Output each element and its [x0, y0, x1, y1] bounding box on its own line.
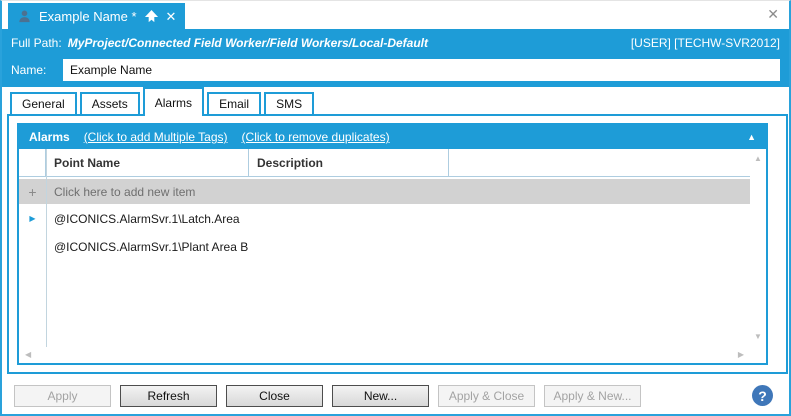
vertical-scrollbar[interactable]: ▲ ▼: [750, 149, 766, 347]
promote-arrow-icon[interactable]: [144, 9, 159, 24]
footer-button-bar: Apply Refresh Close New... Apply & Close…: [2, 378, 789, 414]
table-row[interactable]: @ICONICS.AlarmSvr.1\Plant Area B.A: [19, 234, 750, 260]
remove-duplicates-link[interactable]: (Click to remove duplicates): [242, 130, 390, 144]
scroll-left-icon[interactable]: ◀: [25, 351, 31, 359]
add-new-item-row[interactable]: + Click here to add new item: [19, 179, 750, 204]
alarms-group-header: Alarms (Click to add Multiple Tags) (Cli…: [19, 125, 766, 149]
tab-sms[interactable]: SMS: [264, 92, 314, 114]
add-multiple-tags-link[interactable]: (Click to add Multiple Tags): [84, 130, 228, 144]
add-new-item-label: Click here to add new item: [46, 185, 195, 199]
document-tab-title: Example Name *: [39, 9, 137, 24]
tab-assets[interactable]: Assets: [80, 92, 140, 114]
full-path-row: Full Path: MyProject/Connected Field Wor…: [2, 29, 789, 57]
apply-and-close-button: Apply & Close: [438, 385, 535, 407]
column-header-description[interactable]: Description: [249, 149, 449, 176]
tab-alarms[interactable]: Alarms: [143, 87, 204, 116]
scroll-up-icon[interactable]: ▲: [754, 155, 762, 163]
apply-button: Apply: [14, 385, 111, 407]
page-tab-strip: General Assets Alarms Email SMS: [10, 87, 317, 114]
document-tab-close-icon[interactable]: ✕: [166, 10, 177, 23]
tab-general[interactable]: General: [10, 92, 77, 114]
close-button[interactable]: Close: [226, 385, 323, 407]
name-input[interactable]: [63, 59, 780, 81]
alarms-group-box: Alarms (Click to add Multiple Tags) (Cli…: [17, 123, 768, 365]
plus-icon: +: [19, 185, 46, 199]
row-selector-divider: [46, 149, 47, 347]
apply-and-new-button: Apply & New...: [544, 385, 641, 407]
collapse-arrow-icon[interactable]: ▲: [747, 133, 756, 142]
full-path-value: MyProject/Connected Field Worker/Field W…: [68, 36, 621, 50]
point-name-cell[interactable]: @ICONICS.AlarmSvr.1\Plant Area B.A: [46, 240, 249, 254]
scroll-down-icon[interactable]: ▼: [754, 333, 762, 341]
person-icon: [17, 9, 32, 24]
current-row-marker-icon: ▶: [19, 215, 46, 223]
alarms-group-title: Alarms: [29, 130, 70, 144]
form-header: Full Path: MyProject/Connected Field Wor…: [2, 29, 789, 87]
column-header-filler: [449, 149, 750, 176]
refresh-button[interactable]: Refresh: [120, 385, 217, 407]
alarms-tab-page: Alarms (Click to add Multiple Tags) (Cli…: [7, 114, 788, 374]
name-row: Name:: [2, 57, 789, 87]
grid-header-row: Point Name Description: [19, 149, 750, 177]
alarms-grid: Point Name Description + Click here to a…: [19, 149, 750, 347]
alarms-grid-body: Point Name Description + Click here to a…: [19, 149, 766, 363]
help-icon[interactable]: ?: [752, 385, 773, 406]
grid-header-selector: [19, 149, 46, 176]
horizontal-scrollbar[interactable]: ◀ ▶: [19, 347, 750, 363]
document-tab[interactable]: Example Name * ✕: [8, 3, 185, 29]
scroll-right-icon[interactable]: ▶: [738, 351, 744, 359]
new-button[interactable]: New...: [332, 385, 429, 407]
name-label: Name:: [11, 63, 63, 77]
column-header-point-name[interactable]: Point Name: [46, 149, 249, 176]
full-path-label: Full Path:: [11, 36, 62, 50]
user-server-context: [USER] [TECHW-SVR2012]: [631, 36, 780, 50]
tab-email[interactable]: Email: [207, 92, 261, 114]
point-name-cell[interactable]: @ICONICS.AlarmSvr.1\Latch.Area: [46, 212, 249, 226]
table-row[interactable]: ▶ @ICONICS.AlarmSvr.1\Latch.Area: [19, 206, 750, 232]
document-tab-strip: Example Name * ✕ ✕: [2, 1, 789, 29]
workbench-form-window: Example Name * ✕ ✕ Full Path: MyProject/…: [0, 0, 791, 416]
window-close-icon[interactable]: ✕: [767, 6, 779, 23]
